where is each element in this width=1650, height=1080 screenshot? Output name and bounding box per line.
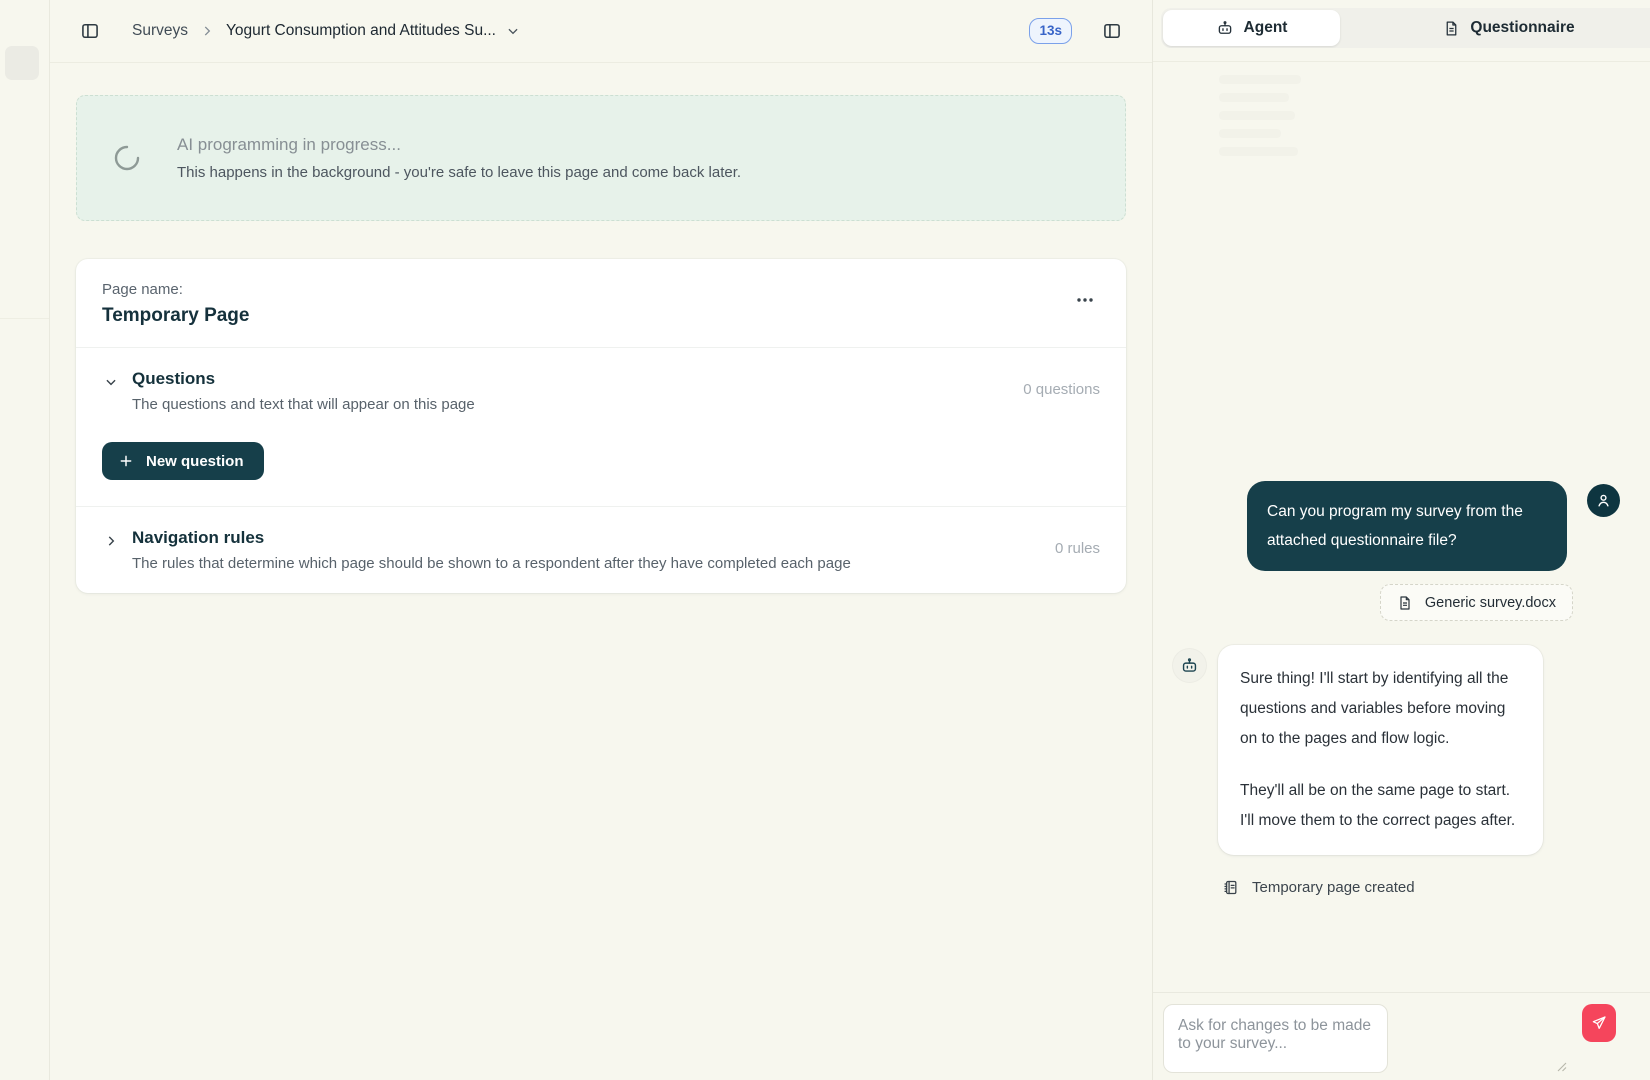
right-panel-toggle-button[interactable] <box>1098 17 1126 45</box>
assistant-panel: Agent Questionnaire Can you program my s… <box>1153 0 1650 1080</box>
questions-count: 0 questions <box>1023 369 1100 398</box>
send-button[interactable] <box>1582 1004 1616 1042</box>
assistant-paragraph: Sure thing! I'll start by identifying al… <box>1240 664 1521 754</box>
navigation-rules-section: Navigation rules The rules that determin… <box>76 507 1126 593</box>
chat-input[interactable] <box>1163 1004 1388 1073</box>
assistant-message-row: Sure thing! I'll start by identifying al… <box>1153 645 1650 855</box>
tab-questionnaire[interactable]: Questionnaire <box>1340 10 1650 46</box>
assistant-message-bubble: Sure thing! I'll start by identifying al… <box>1218 645 1543 855</box>
paper-plane-icon <box>1591 1015 1607 1031</box>
chevron-down-icon <box>506 24 520 38</box>
ai-progress-banner: AI programming in progress... This happe… <box>76 95 1126 221</box>
sidebar-toggle-button[interactable] <box>76 17 104 45</box>
person-icon <box>1595 492 1612 509</box>
spinner-icon <box>113 144 141 172</box>
banner-title: AI programming in progress... <box>177 135 741 155</box>
breadcrumb-current-survey[interactable]: Yogurt Consumption and Attitudes Su... <box>226 22 520 40</box>
left-rail <box>0 0 50 1080</box>
chevron-down-icon[interactable] <box>104 375 118 389</box>
rail-divider <box>0 318 49 319</box>
banner-subtitle: This happens in the background - you're … <box>177 164 741 181</box>
status-text: Temporary page created <box>1252 879 1415 896</box>
document-icon <box>1443 20 1460 37</box>
chevron-right-icon <box>200 24 214 38</box>
navigation-rules-count: 0 rules <box>1055 528 1100 557</box>
assistant-paragraph: They'll all be on the same page to start… <box>1240 776 1521 836</box>
page-name-value: Temporary Page <box>102 305 249 327</box>
page-card-header: Page name: Temporary Page <box>76 259 1126 347</box>
navigation-rules-description: The rules that determine which page shou… <box>132 555 851 572</box>
questions-section: Questions The questions and text that wi… <box>76 348 1126 434</box>
rail-logo-placeholder <box>5 46 39 80</box>
chevron-right-icon[interactable] <box>104 534 118 548</box>
user-message-row: Can you program my survey from the attac… <box>1153 481 1650 571</box>
panel-left-icon <box>80 21 100 41</box>
resize-grip-icon[interactable] <box>1557 1062 1567 1072</box>
status-row: Temporary page created <box>1222 879 1650 896</box>
robot-icon <box>1180 656 1199 675</box>
breadcrumb-surveys-link[interactable]: Surveys <box>132 22 188 40</box>
robot-icon <box>1216 19 1234 37</box>
page-menu-button[interactable] <box>1070 291 1100 309</box>
assistant-avatar <box>1173 649 1206 682</box>
tab-questionnaire-label: Questionnaire <box>1470 19 1574 37</box>
questions-title: Questions <box>132 369 475 389</box>
topbar: Surveys Yogurt Consumption and Attitudes… <box>50 0 1152 63</box>
page-card: Page name: Temporary Page Ques <box>76 259 1126 593</box>
new-question-button[interactable]: New question <box>102 442 264 480</box>
loading-skeleton <box>1219 75 1650 156</box>
main-content: AI programming in progress... This happe… <box>50 63 1152 593</box>
user-message-bubble: Can you program my survey from the attac… <box>1247 481 1567 571</box>
user-avatar <box>1587 484 1620 517</box>
document-icon <box>1397 595 1413 611</box>
navigation-rules-title: Navigation rules <box>132 528 851 548</box>
panel-right-icon <box>1102 21 1122 41</box>
panel-tabbar: Agent Questionnaire <box>1161 8 1650 48</box>
breadcrumb: Surveys Yogurt Consumption and Attitudes… <box>132 22 520 40</box>
tab-agent-label: Agent <box>1244 19 1288 37</box>
main-area: Surveys Yogurt Consumption and Attitudes… <box>50 0 1153 1080</box>
attachment-filename: Generic survey.docx <box>1425 595 1556 611</box>
new-question-label: New question <box>146 453 244 470</box>
survey-title: Yogurt Consumption and Attitudes Su... <box>226 22 496 40</box>
page-name-label: Page name: <box>102 281 249 298</box>
attachment-chip[interactable]: Generic survey.docx <box>1380 584 1573 621</box>
chat-area: Can you program my survey from the attac… <box>1153 62 1650 992</box>
attachment-row: Generic survey.docx <box>1153 584 1650 621</box>
chat-input-bar <box>1153 992 1650 1080</box>
questions-description: The questions and text that will appear … <box>132 396 475 413</box>
notebook-icon <box>1222 879 1239 896</box>
ellipsis-icon <box>1076 297 1094 303</box>
plus-icon <box>118 453 134 469</box>
tab-agent[interactable]: Agent <box>1163 10 1340 46</box>
timer-badge[interactable]: 13s <box>1029 18 1072 44</box>
